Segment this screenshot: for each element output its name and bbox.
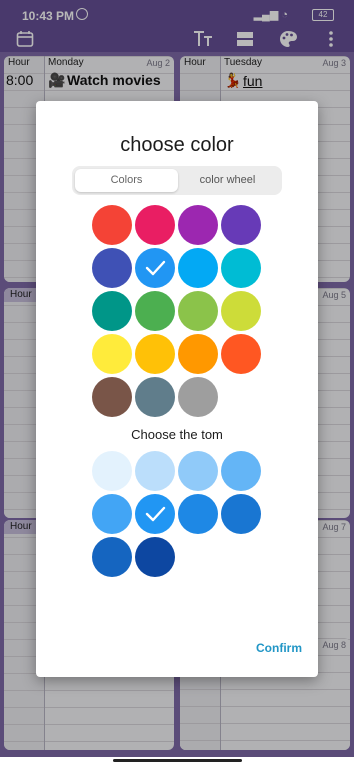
home-indicator[interactable] xyxy=(113,759,242,762)
color-mode-tabs: Colors color wheel xyxy=(72,166,282,195)
shade-swatch[interactable] xyxy=(221,494,261,534)
tab-colors[interactable]: Colors xyxy=(75,169,178,192)
color-swatch[interactable] xyxy=(221,334,261,374)
system-nav-bar xyxy=(0,757,354,768)
color-swatch[interactable] xyxy=(135,377,175,417)
color-swatch[interactable] xyxy=(178,334,218,374)
color-swatch[interactable] xyxy=(178,205,218,245)
color-swatch[interactable] xyxy=(135,248,175,288)
shade-swatch[interactable] xyxy=(92,537,132,577)
color-swatch[interactable] xyxy=(135,291,175,331)
shade-section-label: Choose the tom xyxy=(131,427,223,442)
shade-swatch[interactable] xyxy=(92,494,132,534)
shade-swatch[interactable] xyxy=(135,494,175,534)
shade-swatch[interactable] xyxy=(221,451,261,491)
color-swatch[interactable] xyxy=(221,205,261,245)
color-swatch[interactable] xyxy=(135,205,175,245)
color-swatch[interactable] xyxy=(178,377,218,417)
check-icon xyxy=(145,260,166,276)
tab-color-wheel[interactable]: color wheel xyxy=(176,169,279,192)
color-swatch[interactable] xyxy=(135,334,175,374)
shade-swatch[interactable] xyxy=(135,537,175,577)
color-swatch[interactable] xyxy=(178,248,218,288)
color-swatch[interactable] xyxy=(221,248,261,288)
color-swatch[interactable] xyxy=(92,248,132,288)
choose-color-dialog: choose color Colors color wheel Choose t… xyxy=(36,101,318,677)
dialog-title: choose color xyxy=(120,134,234,156)
shade-swatch[interactable] xyxy=(135,451,175,491)
color-swatch[interactable] xyxy=(178,291,218,331)
shade-swatch[interactable] xyxy=(92,451,132,491)
color-swatch[interactable] xyxy=(92,291,132,331)
color-swatch[interactable] xyxy=(92,334,132,374)
color-swatch[interactable] xyxy=(221,291,261,331)
color-swatch[interactable] xyxy=(92,377,132,417)
color-swatch[interactable] xyxy=(92,205,132,245)
check-icon xyxy=(145,506,166,522)
shade-swatch[interactable] xyxy=(178,494,218,534)
shade-swatch[interactable] xyxy=(178,451,218,491)
confirm-button[interactable]: Confirm xyxy=(256,641,302,655)
